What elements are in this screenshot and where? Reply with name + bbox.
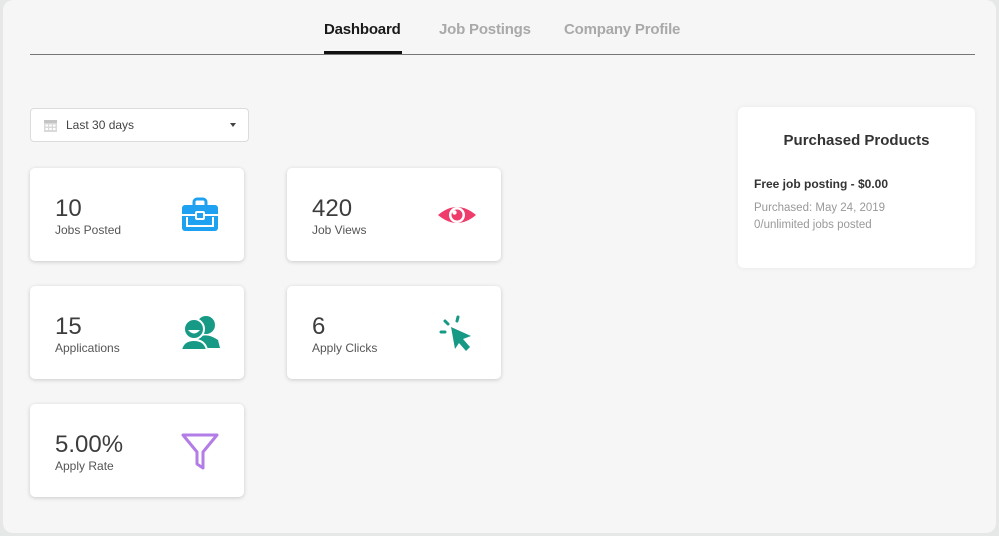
dashboard-page: Dashboard Job Postings Company Profile L… — [3, 0, 996, 533]
stat-label: Apply Rate — [55, 459, 114, 473]
stat-card-applications[interactable]: 15 Applications — [30, 286, 244, 379]
cursor-click-icon — [439, 315, 471, 351]
funnel-icon — [181, 433, 219, 470]
users-icon — [180, 316, 220, 351]
tab-job-postings[interactable]: Job Postings — [439, 21, 531, 38]
stat-value: 15 — [55, 313, 82, 340]
tab-company-profile[interactable]: Company Profile — [564, 21, 680, 38]
date-range-value: Last 30 days — [66, 118, 135, 132]
date-range-dropdown[interactable]: Last 30 days — [30, 108, 249, 142]
stat-card-jobs-posted[interactable]: 10 Jobs Posted — [30, 168, 244, 261]
stat-card-job-views[interactable]: 420 Job Views — [287, 168, 501, 261]
calendar-icon — [44, 120, 57, 132]
stat-value: 5.00% — [55, 431, 124, 458]
stat-card-apply-clicks[interactable]: 6 Apply Clicks — [287, 286, 501, 379]
stat-value: 10 — [55, 195, 82, 222]
tab-bar: Dashboard Job Postings Company Profile — [3, 0, 996, 55]
tab-divider — [30, 54, 975, 55]
jobs-usage: 0/unlimited jobs posted — [754, 219, 872, 231]
stat-value: 420 — [312, 195, 353, 222]
stat-value: 6 — [312, 313, 326, 340]
purchase-date: Purchased: May 24, 2019 — [754, 202, 886, 214]
product-name: Free job posting - $0.00 — [754, 177, 889, 191]
purchased-products-panel: Purchased Products Free job posting - $0… — [738, 107, 975, 268]
stat-label: Applications — [55, 341, 120, 355]
panel-title: Purchased Products — [783, 132, 930, 149]
stat-label: Job Views — [312, 223, 367, 237]
eye-icon — [438, 207, 476, 223]
stat-card-apply-rate[interactable]: 5.00% Apply Rate — [30, 404, 244, 497]
briefcase-icon — [182, 197, 218, 231]
chevron-down-icon — [230, 123, 236, 127]
stat-label: Jobs Posted — [55, 223, 122, 237]
tab-dashboard[interactable]: Dashboard — [324, 21, 401, 38]
stat-label: Apply Clicks — [312, 341, 378, 355]
